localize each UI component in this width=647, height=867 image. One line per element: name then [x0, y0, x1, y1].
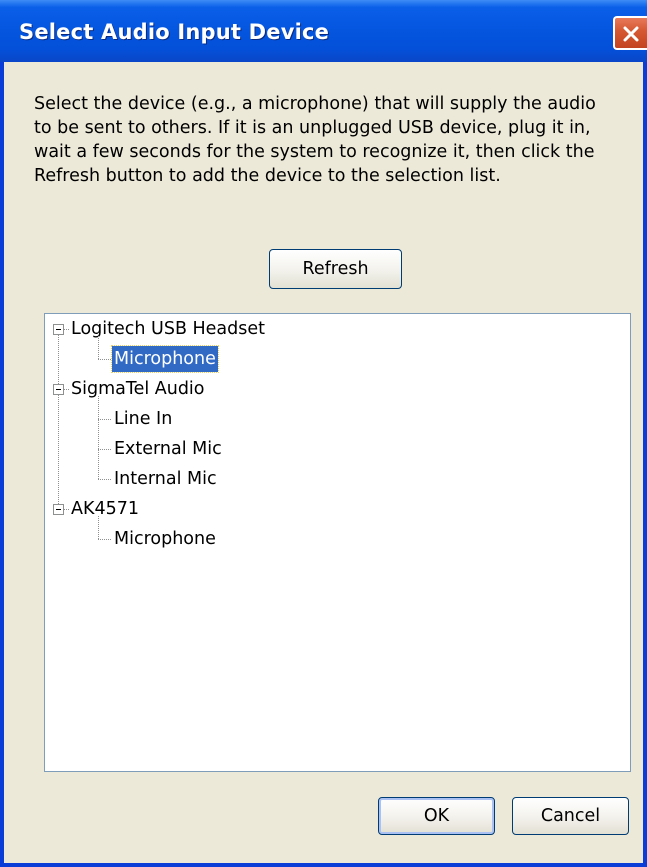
tree-input-label: External Mic [114, 439, 222, 459]
tree-connector [98, 539, 111, 540]
tree-connector [98, 419, 111, 420]
collapse-minus-icon[interactable] [53, 384, 64, 395]
collapse-minus-icon[interactable] [53, 324, 64, 335]
tree-connector [98, 479, 111, 480]
device-tree[interactable]: Logitech USB Headset Microphone SigmaTel A… [44, 313, 631, 772]
instructions-line: to be sent to others. If it is an unplug… [34, 118, 591, 138]
instructions-line: Select the device (e.g., a microphone) t… [34, 94, 596, 114]
title-bar[interactable]: Select Audio Input Device [0, 0, 647, 62]
instructions-line: wait a few seconds for the system to rec… [34, 142, 595, 162]
collapse-minus-icon[interactable] [53, 504, 64, 515]
instructions-line: Refresh button to add the device to the … [34, 166, 501, 186]
instructions-text: Select the device (e.g., a microphone) t… [34, 92, 629, 188]
refresh-button[interactable]: Refresh [269, 249, 402, 289]
tree-connector [98, 449, 111, 450]
tree-connector [98, 396, 99, 479]
tree-connector [98, 359, 111, 360]
tree-connector [64, 389, 69, 390]
tree-device-label: SigmaTel Audio [71, 379, 205, 399]
select-audio-input-dialog: Select Audio Input Device Select the dev… [0, 0, 647, 867]
cancel-button[interactable]: Cancel [512, 797, 629, 835]
dialog-title: Select Audio Input Device [19, 20, 330, 44]
tree-input-label: Internal Mic [114, 469, 217, 489]
tree-connector [98, 516, 99, 539]
tree-connector [64, 329, 69, 330]
close-button[interactable] [613, 16, 647, 50]
tree-device-label: AK4571 [71, 499, 139, 519]
tree-connector [58, 335, 59, 384]
tree-input-label: Microphone [114, 529, 216, 549]
tree-input-label: Line In [114, 409, 173, 429]
tree-input-label: Microphone [111, 345, 219, 373]
ok-button[interactable]: OK [378, 797, 495, 835]
tree-connector [64, 509, 69, 510]
tree-connector [98, 336, 99, 359]
tree-connector [58, 395, 59, 504]
